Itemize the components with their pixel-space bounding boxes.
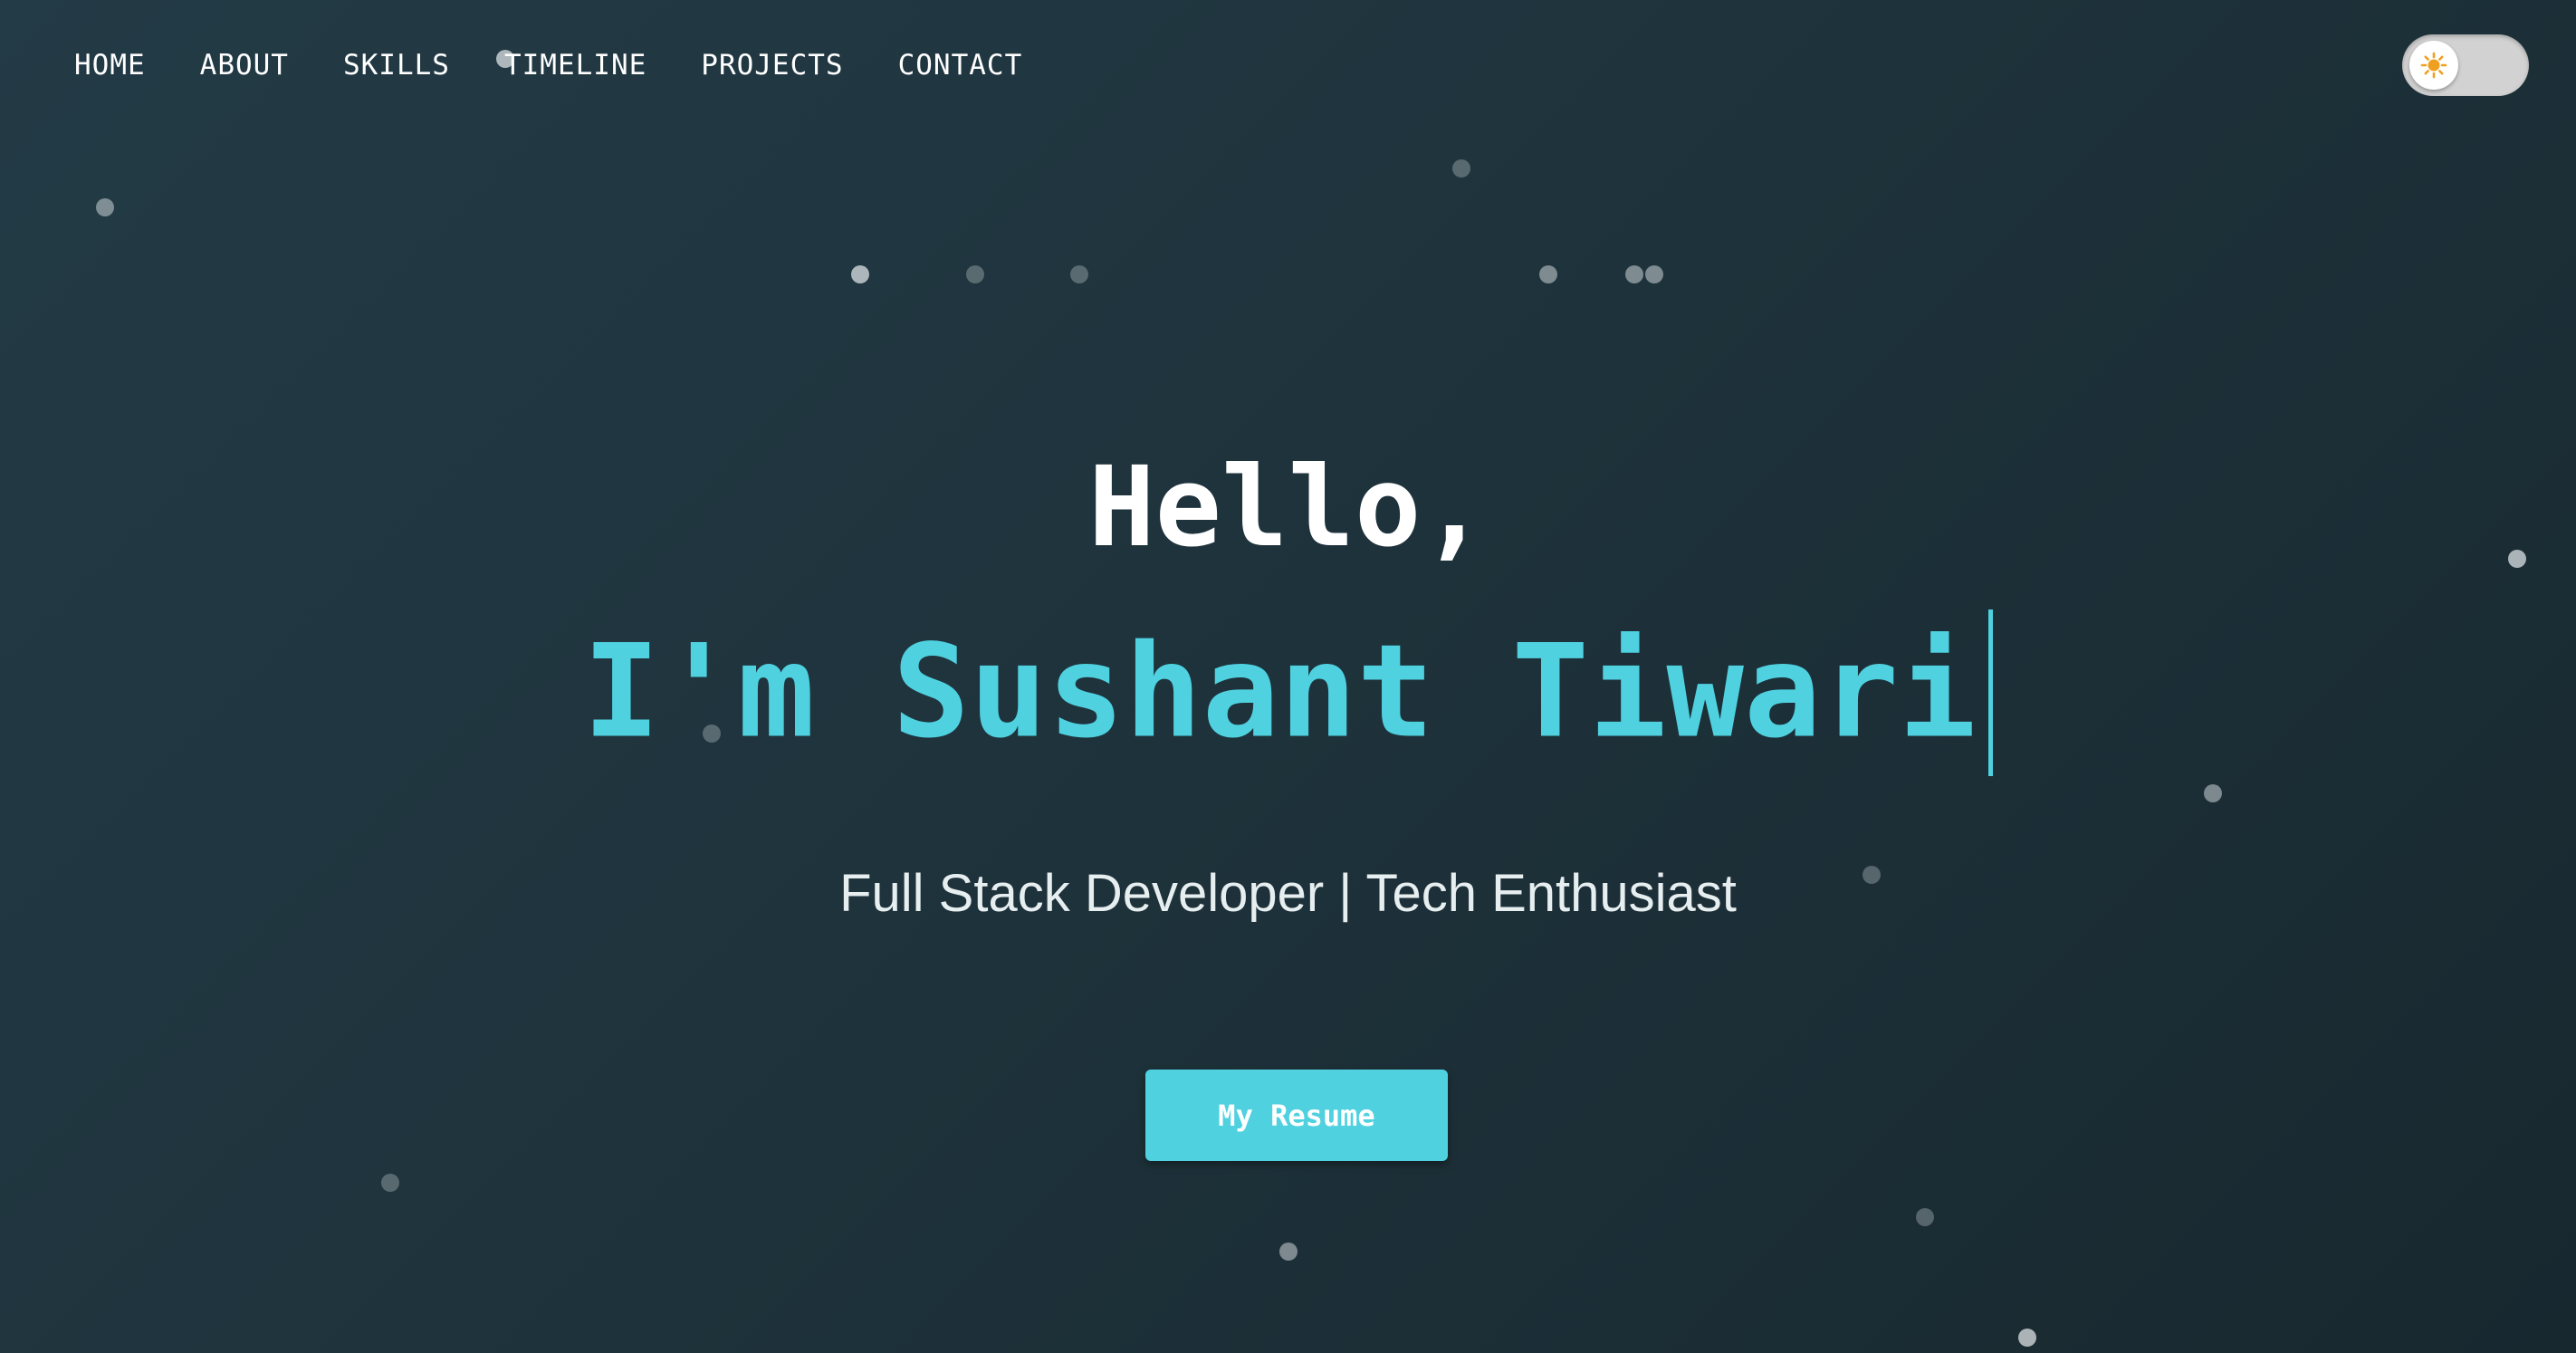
particle xyxy=(2018,1329,2036,1347)
particle xyxy=(1916,1208,1934,1226)
toggle-knob xyxy=(2409,41,2458,90)
nav-item-about[interactable]: ABOUT xyxy=(200,49,289,82)
particle xyxy=(1279,1243,1298,1261)
particle xyxy=(966,265,984,283)
typing-caret xyxy=(1988,609,1994,776)
page: { "nav": { "items": [ {"label": "HOME"},… xyxy=(0,0,2576,1353)
particle xyxy=(381,1174,399,1192)
particle xyxy=(1452,159,1470,178)
hero-name-row: I'm Sushant Tiwari xyxy=(0,609,2576,776)
particle xyxy=(96,198,114,216)
resume-button[interactable]: My Resume xyxy=(1145,1070,1448,1161)
particle xyxy=(1645,265,1663,283)
hero-greeting: Hello, xyxy=(1088,443,1488,571)
theme-toggle[interactable] xyxy=(2402,34,2529,96)
particle xyxy=(1625,265,1643,283)
particle xyxy=(2204,784,2222,802)
hero-subtitle: Full Stack Developer | Tech Enthusiast xyxy=(839,864,1737,923)
nav-item-timeline[interactable]: TIMELINE xyxy=(504,49,646,82)
nav-item-projects[interactable]: PROJECTS xyxy=(701,49,843,82)
nav-item-skills[interactable]: SKILLS xyxy=(343,49,450,82)
particle xyxy=(1070,265,1088,283)
particle xyxy=(1539,265,1557,283)
nav-item-contact[interactable]: CONTACT xyxy=(898,49,1023,82)
hero-name: I'm Sushant Tiwari xyxy=(582,617,1977,767)
nav-item-home[interactable]: HOME xyxy=(74,49,146,82)
particle xyxy=(851,265,869,283)
sun-icon xyxy=(2420,52,2447,79)
main-nav: HOME ABOUT SKILLS TIMELINE PROJECTS CONT… xyxy=(74,45,1077,85)
